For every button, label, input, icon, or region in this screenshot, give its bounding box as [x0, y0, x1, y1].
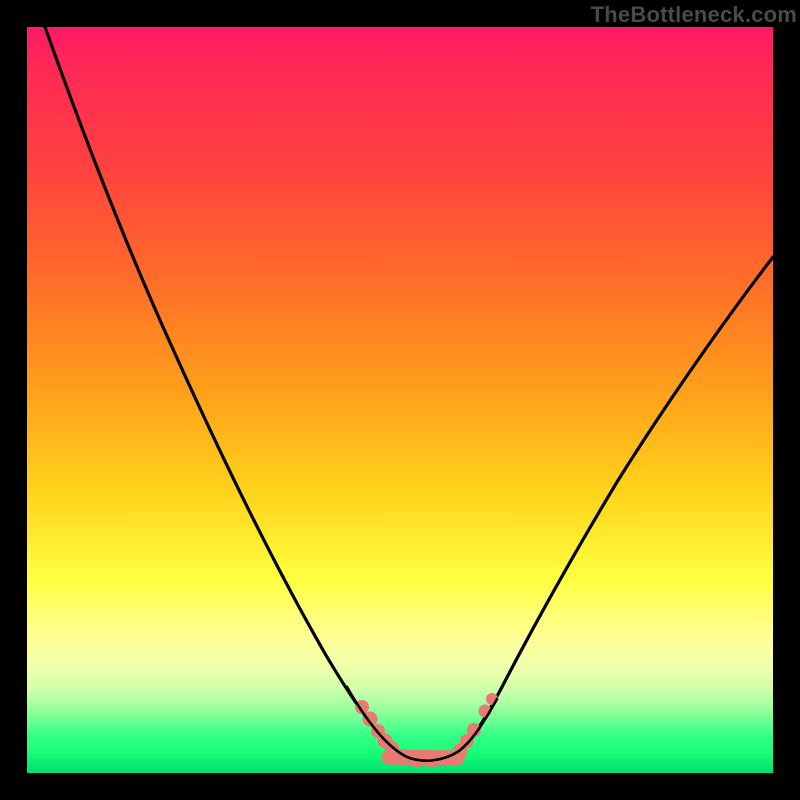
- plot-area: [27, 27, 773, 773]
- main-curve: [45, 27, 773, 762]
- chart-svg: [27, 27, 773, 773]
- chart-frame: TheBottleneck.com: [0, 0, 800, 800]
- watermark-text: TheBottleneck.com: [591, 2, 797, 28]
